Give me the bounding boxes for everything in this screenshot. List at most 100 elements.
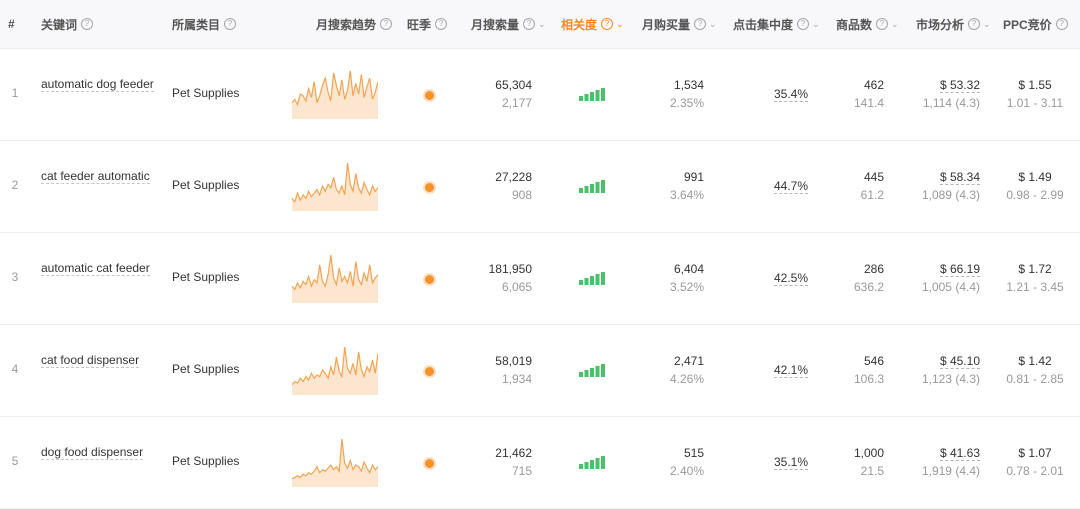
help-icon[interactable]: ? bbox=[694, 18, 707, 30]
avg-price[interactable]: $ 53.32 bbox=[939, 78, 980, 93]
search-trend-sparkline[interactable] bbox=[291, 437, 379, 487]
relevance-bars bbox=[579, 272, 605, 285]
product-count-value: 286 bbox=[863, 262, 884, 276]
market-analysis[interactable]: $ 53.32 1,114 (4.3) bbox=[890, 76, 980, 112]
relevance-bar bbox=[584, 462, 589, 469]
sparkline-svg bbox=[291, 438, 379, 487]
header-market[interactable]: 市场分析? ⌄ bbox=[916, 0, 991, 48]
header-season[interactable]: 旺季? bbox=[407, 0, 448, 48]
row-index: 1 bbox=[11, 86, 19, 100]
search-trend-sparkline[interactable] bbox=[291, 253, 379, 303]
monthly-purchases: 515 2.40% bbox=[620, 444, 704, 480]
ppc-range: 0.81 - 2.85 bbox=[1006, 372, 1064, 386]
search-trend-sparkline[interactable] bbox=[291, 345, 379, 395]
sort-caret-icon[interactable]: ⌄ bbox=[709, 19, 717, 30]
keyword-link[interactable]: dog food dispenser bbox=[41, 444, 159, 461]
help-icon[interactable]: ? bbox=[968, 18, 981, 30]
header-index: # bbox=[8, 17, 15, 31]
ppc-range: 0.78 - 2.01 bbox=[1006, 464, 1064, 478]
sort-caret-icon[interactable]: ⌄ bbox=[616, 19, 624, 30]
relevance-bar bbox=[579, 464, 583, 469]
relevance-bar bbox=[595, 182, 600, 193]
ppc-value: $ 1.42 bbox=[1018, 354, 1052, 368]
help-icon[interactable]: ? bbox=[523, 18, 536, 30]
sparkline-area bbox=[292, 255, 378, 303]
product-count-ratio: 21.5 bbox=[860, 464, 884, 478]
market-analysis[interactable]: $ 41.63 1,919 (4.4) bbox=[890, 444, 980, 480]
peak-season-dot-icon[interactable] bbox=[425, 183, 434, 192]
relevance-bars bbox=[579, 180, 605, 193]
help-icon[interactable]: ? bbox=[876, 18, 889, 30]
avg-price[interactable]: $ 41.63 bbox=[939, 446, 980, 461]
help-icon[interactable]: ? bbox=[601, 18, 614, 30]
avg-price[interactable]: $ 58.34 bbox=[939, 170, 980, 185]
search-volume-value: 27,228 bbox=[495, 170, 532, 184]
header-ppc[interactable]: PPC竞价? bbox=[1003, 0, 1068, 48]
click-concentration[interactable]: 44.7% bbox=[760, 179, 808, 194]
search-trend-sparkline[interactable] bbox=[291, 69, 379, 119]
sort-caret-icon[interactable]: ⌄ bbox=[812, 19, 820, 30]
avg-price[interactable]: $ 45.10 bbox=[939, 354, 980, 369]
peak-season-dot-icon[interactable] bbox=[425, 91, 434, 100]
click-concentration[interactable]: 42.1% bbox=[760, 363, 808, 378]
keyword-link[interactable]: automatic dog feeder bbox=[41, 76, 159, 93]
keyword-text: automatic cat feeder bbox=[41, 261, 150, 276]
keyword-link[interactable]: automatic cat feeder bbox=[41, 260, 159, 277]
click-concentration[interactable]: 35.1% bbox=[760, 455, 808, 470]
category-label: Pet Supplies bbox=[172, 454, 240, 468]
click-concentration-value: 35.4% bbox=[773, 87, 808, 102]
help-icon[interactable]: ? bbox=[435, 18, 448, 30]
market-analysis[interactable]: $ 66.19 1,005 (4.4) bbox=[890, 260, 980, 296]
help-icon[interactable]: ? bbox=[380, 18, 393, 30]
keyword-link[interactable]: cat food dispenser bbox=[41, 352, 159, 369]
header-products[interactable]: 商品数? ⌄ bbox=[836, 0, 899, 48]
help-icon[interactable]: ? bbox=[1055, 18, 1068, 30]
peak-season-dot-icon[interactable] bbox=[425, 367, 434, 376]
relevance-bars-icon bbox=[579, 364, 607, 377]
help-icon[interactable]: ? bbox=[797, 18, 810, 30]
relevance-bars bbox=[579, 364, 605, 377]
header-keyword[interactable]: 关键词? bbox=[41, 0, 94, 48]
relevance-bar bbox=[584, 186, 589, 193]
keyword-text: dog food dispenser bbox=[41, 445, 144, 460]
peak-season-dot-icon[interactable] bbox=[425, 459, 434, 468]
ppc-value: $ 1.55 bbox=[1018, 78, 1052, 92]
click-concentration-value: 42.1% bbox=[773, 363, 808, 378]
header-trend[interactable]: 月搜索趋势? bbox=[316, 0, 393, 48]
ppc-range: 1.01 - 3.11 bbox=[1006, 96, 1064, 110]
keyword-link[interactable]: cat feeder automatic bbox=[41, 168, 159, 185]
header-purchases[interactable]: 月购买量? ⌄ bbox=[642, 0, 717, 48]
header-relevance[interactable]: 相关度? ⌄ bbox=[561, 0, 624, 48]
header-click-concentration[interactable]: 点击集中度? ⌄ bbox=[733, 0, 820, 48]
purchases-rate: 4.26% bbox=[669, 372, 704, 386]
market-analysis[interactable]: $ 45.10 1,123 (4.3) bbox=[890, 352, 980, 388]
relevance-bar bbox=[595, 458, 600, 469]
relevance-bars bbox=[579, 88, 605, 101]
market-analysis[interactable]: $ 58.34 1,089 (4.3) bbox=[890, 168, 980, 204]
click-concentration[interactable]: 35.4% bbox=[760, 87, 808, 102]
purchases-value: 1,534 bbox=[673, 78, 704, 92]
keyword-text: cat feeder automatic bbox=[41, 169, 150, 184]
search-trend-sparkline[interactable] bbox=[291, 161, 379, 211]
header-category[interactable]: 所属类目? bbox=[172, 0, 237, 48]
sort-caret-icon[interactable]: ⌄ bbox=[538, 19, 546, 30]
sort-caret-icon[interactable]: ⌄ bbox=[891, 19, 899, 30]
click-concentration[interactable]: 42.5% bbox=[760, 271, 808, 286]
help-icon[interactable]: ? bbox=[81, 18, 94, 30]
sparkline-svg bbox=[291, 70, 379, 119]
help-icon[interactable]: ? bbox=[224, 18, 237, 30]
relevance-bars bbox=[579, 456, 605, 469]
monthly-purchases: 2,471 4.26% bbox=[620, 352, 704, 388]
table-row: 2 cat feeder automatic Pet Supplies 27,2… bbox=[0, 141, 1080, 233]
search-volume: 65,304 2,177 bbox=[450, 76, 532, 112]
product-count-ratio: 61.2 bbox=[860, 188, 884, 202]
sparkline-svg bbox=[291, 254, 379, 303]
sparkline-area bbox=[292, 163, 378, 211]
product-count-value: 1,000 bbox=[853, 446, 884, 460]
peak-season-dot-icon[interactable] bbox=[425, 275, 434, 284]
relevance-bar bbox=[595, 274, 600, 285]
sort-caret-icon[interactable]: ⌄ bbox=[983, 19, 991, 30]
avg-price[interactable]: $ 66.19 bbox=[939, 262, 980, 277]
header-volume[interactable]: 月搜索量? ⌄ bbox=[471, 0, 546, 48]
ppc-value: $ 1.49 bbox=[1018, 170, 1052, 184]
